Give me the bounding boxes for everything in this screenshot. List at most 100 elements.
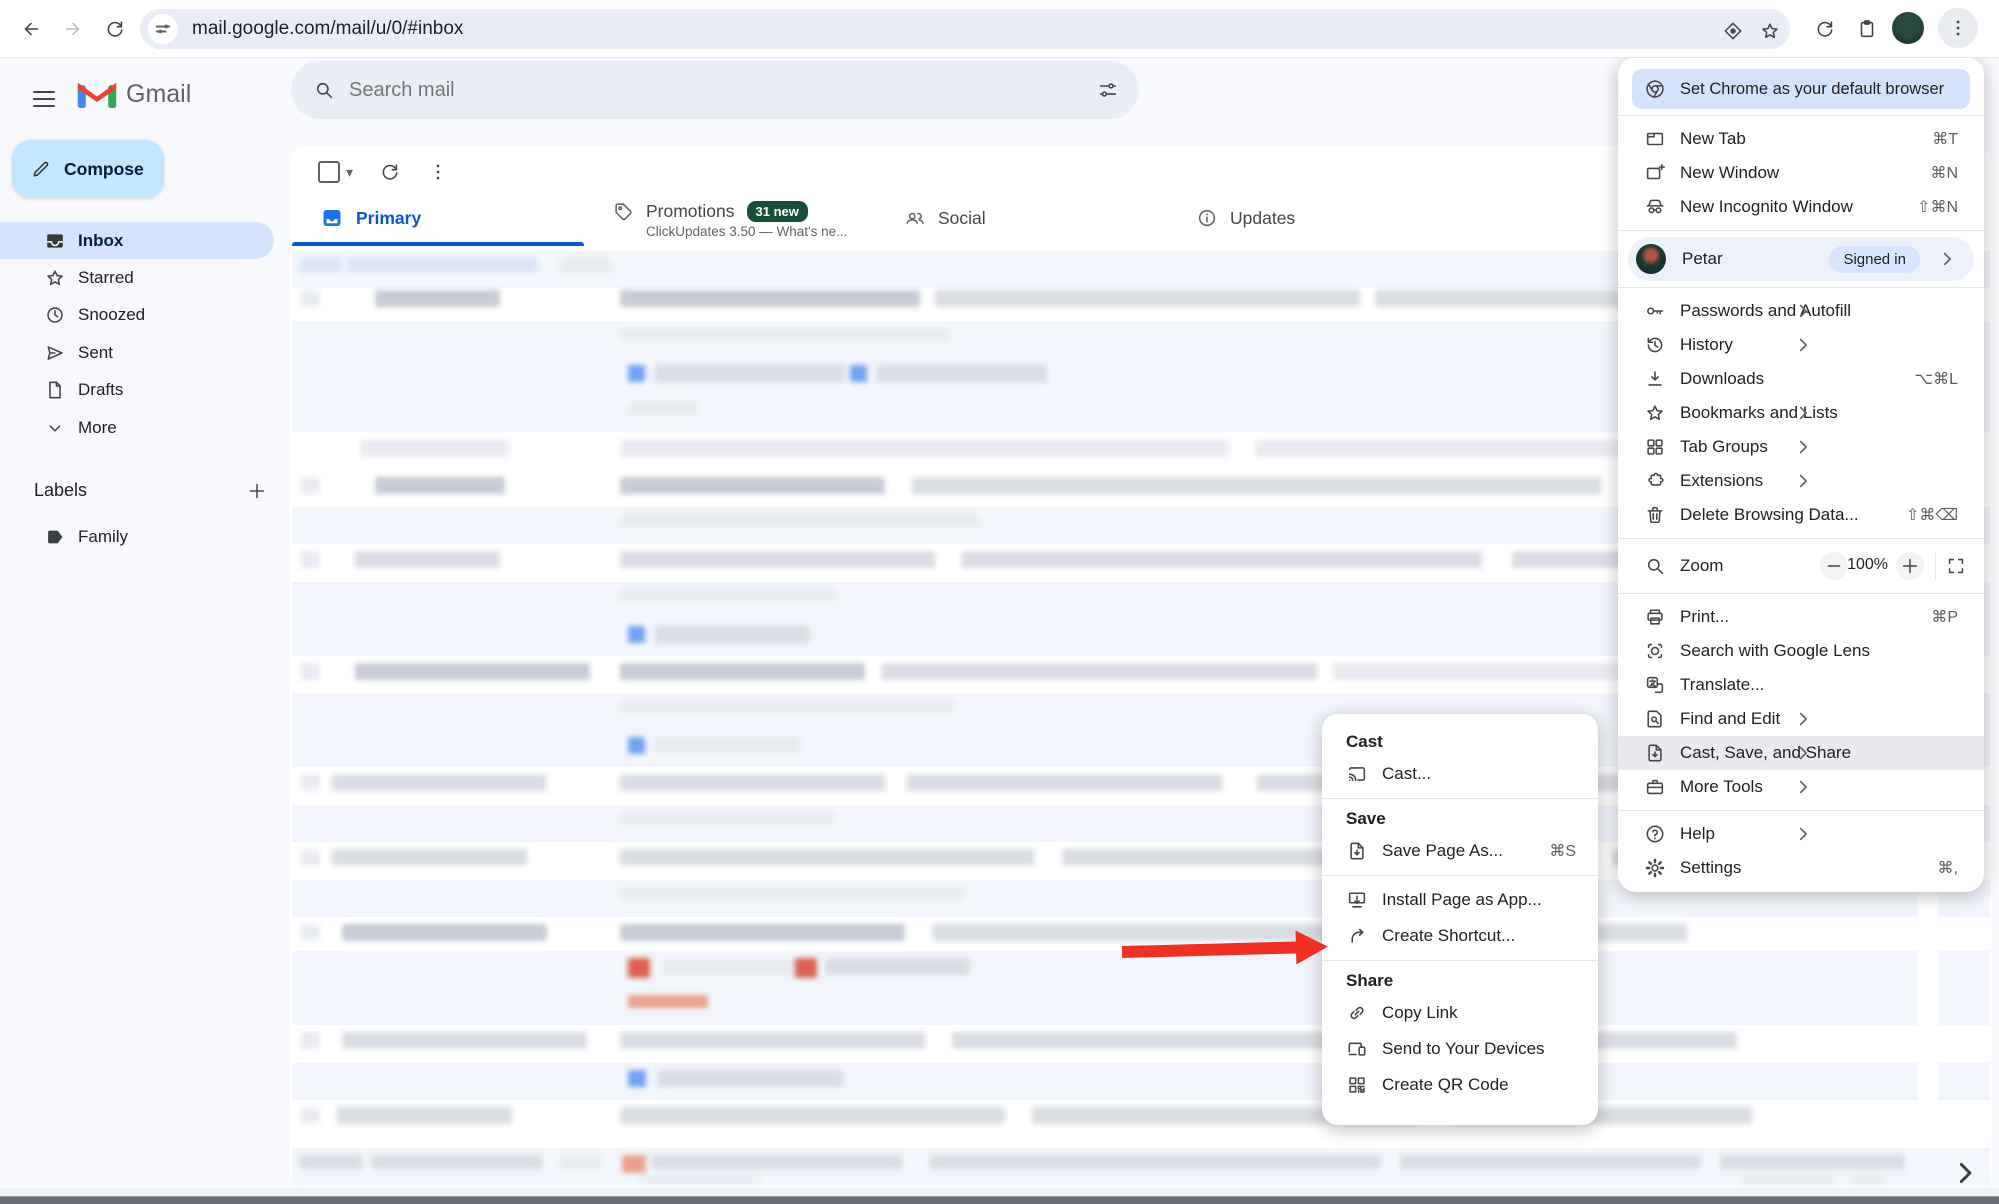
blurred-block [620,887,965,900]
menu-item-find-and-edit[interactable]: Find and Edit [1618,702,1984,736]
mail-row[interactable] [292,951,1990,988]
zoom-out-button[interactable] [1820,552,1848,580]
password-manager-icon[interactable] [1720,18,1746,44]
gmail-logo: Gmail [76,72,191,116]
tab-social[interactable]: Social [876,190,1168,246]
menu-item-shortcut: ⌘P [1931,607,1958,627]
incognito-icon [1644,196,1666,218]
blurred-block [337,1107,512,1124]
submenu-item-cast[interactable]: Cast... [1322,756,1598,792]
menu-item-tab-groups[interactable]: Tab Groups [1618,430,1984,464]
more-options-icon[interactable] [427,161,449,183]
tab-promotions[interactable]: Promotions31 newClickUpdates 3.50 — What… [584,190,876,246]
sidebar-item-drafts[interactable]: Drafts [0,372,274,409]
install-icon[interactable] [1852,14,1882,44]
menu-divider [1618,287,1984,288]
profile-row[interactable]: PetarSigned in [1628,237,1974,281]
mail-row[interactable] [292,1063,1990,1100]
shortcut-arrow-icon [1346,925,1368,947]
site-settings-icon[interactable] [148,14,178,44]
chevron-right-icon [1940,252,1954,266]
sidebar-item-snoozed[interactable]: Snoozed [0,297,274,334]
reload-icon[interactable] [100,14,130,44]
refresh-icon[interactable] [379,161,401,183]
blurred-block [300,551,320,568]
submenu-item-label: Create Shortcut... [1382,926,1515,946]
submenu-item-create-shortcut[interactable]: Create Shortcut... [1322,918,1598,954]
menu-item-label: Settings [1680,858,1741,878]
menu-item-more-tools[interactable]: More Tools [1618,770,1984,804]
menu-item-help[interactable]: Help [1618,817,1984,851]
blurred-block [375,477,505,494]
blurred-block [877,365,1047,382]
submenu-item-create-qr-code[interactable]: Create QR Code [1322,1067,1598,1103]
add-label-icon[interactable] [246,480,268,502]
blurred-block [332,774,547,791]
menu-item-print[interactable]: Print...⌘P [1618,600,1984,634]
side-panel-chevron-icon[interactable] [1948,1156,1982,1190]
menu-item-history[interactable]: History [1618,328,1984,362]
menu-item-new-incognito-window[interactable]: New Incognito Window⇧⌘N [1618,190,1984,224]
menu-item-new-window[interactable]: New Window⌘N [1618,156,1984,190]
hamburger-menu-icon[interactable] [22,77,66,121]
url-text[interactable]: mail.google.com/mail/u/0/#inbox [192,18,463,40]
blurred-block [795,958,817,978]
submenu-item-label: Copy Link [1382,1003,1458,1023]
tab-primary[interactable]: Primary [292,190,584,246]
menu-divider [1618,538,1984,539]
submenu-item-send-to-your-devices[interactable]: Send to Your Devices [1322,1031,1598,1067]
scrollbar[interactable] [1918,888,1938,1140]
chevron-right-icon [1644,780,1962,794]
menu-item-search-with-google-lens[interactable]: Search with Google Lens [1618,634,1984,668]
search-input[interactable] [347,78,1075,103]
submenu-item-copy-link[interactable]: Copy Link [1322,995,1598,1031]
forward-icon[interactable] [58,14,88,44]
menu-item-extensions[interactable]: Extensions [1618,464,1984,498]
profile-name: Petar [1682,249,1723,269]
submenu-item-install-page-as-app[interactable]: Install Page as App... [1322,882,1598,918]
fullscreen-button[interactable] [1942,552,1970,580]
tab-updates[interactable]: Updates [1168,190,1460,246]
menu-item-translate[interactable]: Translate... [1618,668,1984,702]
omnibox[interactable]: mail.google.com/mail/u/0/#inbox [140,9,1790,49]
update-icon[interactable] [1810,14,1840,44]
blurred-block [560,258,612,273]
sidebar-item-sent[interactable]: Sent [0,334,274,371]
menu-item-shortcut: ⇧⌘N [1917,197,1958,217]
sidebar-item-inbox[interactable]: Inbox [0,222,274,259]
search-bar[interactable] [291,61,1139,119]
label-item-family[interactable]: Family [0,518,274,555]
select-caret-icon[interactable]: ▾ [346,164,353,181]
active-tab-underline [292,242,584,246]
zoom-in-button[interactable] [1896,552,1924,580]
select-all-checkbox[interactable] [318,161,340,183]
back-icon[interactable] [16,14,46,44]
browser-avatar[interactable] [1892,12,1924,44]
menu-item-downloads[interactable]: Downloads⌥⌘L [1618,362,1984,396]
set-default-browser-banner[interactable]: Set Chrome as your default browser [1632,69,1970,109]
compose-button[interactable]: Compose [12,140,164,198]
people-icon [904,207,926,229]
menu-item-bookmarks-and-lists[interactable]: Bookmarks and Lists [1618,396,1984,430]
menu-item-new-tab[interactable]: New Tab⌘T [1618,122,1984,156]
menu-item-settings[interactable]: Settings⌘, [1618,851,1984,885]
browser-menu-button[interactable] [1938,8,1978,48]
tab-subtitle: ClickUpdates 3.50 — What's ne... [646,224,847,239]
bookmark-star-icon[interactable] [1757,18,1783,44]
menu-item-delete-browsing-data[interactable]: Delete Browsing Data...⇧⌘⌫ [1618,498,1984,532]
send-icon [44,342,66,364]
submenu-item-save-page-as[interactable]: Save Page As...⌘S [1322,833,1598,869]
search-options-icon[interactable] [1097,79,1119,101]
sidebar-item-label: Drafts [78,380,123,400]
sidebar-item-more[interactable]: More [0,409,274,446]
search-icon[interactable] [313,79,335,101]
mail-row[interactable] [292,988,1990,1025]
menu-item-shortcut: ⇧⌘⌫ [1906,505,1958,525]
blurred-block [628,995,708,1008]
menu-item-passwords-and-autofill[interactable]: Passwords and Autofill [1618,294,1984,328]
mail-tabs: PrimaryPromotions31 newClickUpdates 3.50… [292,190,1460,246]
chevron-right-icon [1644,746,1962,760]
sidebar-item-starred[interactable]: Starred [0,259,274,296]
gear-icon [1644,857,1666,879]
menu-item-cast-save-and-share[interactable]: Cast, Save, and Share [1618,736,1984,770]
